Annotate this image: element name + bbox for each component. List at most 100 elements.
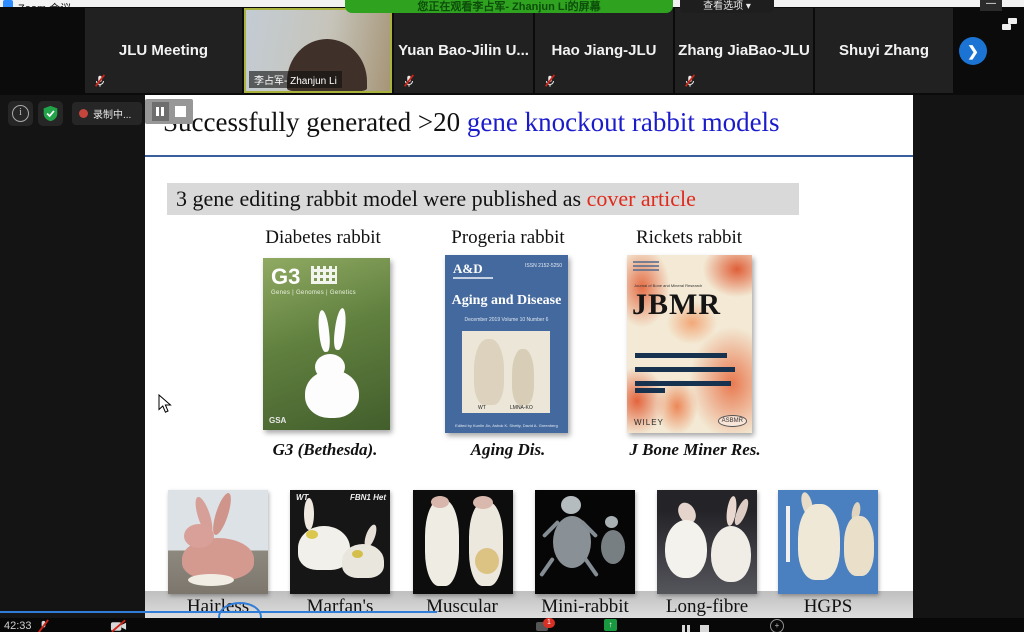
photo-hgps-rabbits bbox=[778, 490, 878, 594]
journal-name-jbmr: J Bone Miner Res. bbox=[629, 440, 760, 460]
shared-screen-area: Successfully generated >20 gene knockout… bbox=[0, 95, 1024, 618]
recording-label: 录制中... bbox=[93, 106, 131, 121]
security-button[interactable] bbox=[38, 101, 63, 126]
participant-tile[interactable]: Shuyi Zhang bbox=[815, 8, 953, 93]
presentation-slide: Successfully generated >20 gene knockout… bbox=[145, 95, 913, 618]
photo-long-fibre-rabbits bbox=[657, 490, 757, 594]
model-label-mini-rabbit: Mini-rabbit bbox=[541, 596, 629, 618]
slide-title: Successfully generated >20 gene knockout… bbox=[163, 107, 780, 138]
mic-muted-icon bbox=[93, 74, 107, 88]
model-label-marfans: Marfan's bbox=[307, 596, 374, 618]
screen-share-banner: 您正在观看李占军- Zhanjun Li的屏幕 bbox=[345, 0, 673, 13]
toolbar-pause-recording-icon[interactable] bbox=[682, 621, 692, 632]
mouse-cursor bbox=[158, 394, 173, 414]
participant-name: 李占军- Zhanjun Li bbox=[249, 71, 342, 88]
ad-issue-line: December 2019 Volume 10 Number 6 bbox=[445, 317, 568, 323]
scale-bar bbox=[786, 506, 790, 562]
model-label-hgps: HGPS bbox=[804, 596, 853, 618]
cover-label-diabetes: Diabetes rabbit bbox=[265, 227, 381, 249]
participant-name: Yuan Bao-Jilin U... bbox=[398, 42, 529, 59]
info-button[interactable]: i bbox=[8, 101, 33, 126]
rabbit-ear bbox=[332, 308, 347, 351]
title-divider bbox=[145, 155, 913, 157]
toolbar-stop-recording-icon[interactable] bbox=[700, 621, 709, 632]
chevron-right-icon: ❯ bbox=[967, 43, 979, 60]
photo-tag-ko: LMNA-KO bbox=[510, 405, 533, 411]
photo-tag-fbn1: FBN1 Het bbox=[350, 493, 386, 502]
share-screen-button[interactable]: ↑ bbox=[604, 619, 617, 631]
toolbar-mic-muted-icon[interactable] bbox=[36, 619, 51, 632]
chat-button[interactable]: 1 bbox=[536, 619, 556, 632]
photo-hairless-rabbit bbox=[168, 490, 268, 594]
jbmr-logo: JBMR bbox=[632, 288, 721, 322]
journal-cover-jbmr: Journal of Bone and Mineral Research JBM… bbox=[627, 255, 752, 433]
shield-check-icon bbox=[42, 105, 59, 122]
minimize-button[interactable]: — bbox=[980, 0, 1002, 11]
jbmr-article-line bbox=[635, 388, 665, 393]
window-title: Zoom 会议 bbox=[18, 0, 71, 7]
plus-icon: + bbox=[775, 621, 780, 630]
ad-cover-photo: WT LMNA-KO bbox=[462, 331, 550, 413]
participant-tile[interactable]: Zhang JiaBao-JLU bbox=[675, 8, 813, 93]
gsa-logo: GSA bbox=[269, 416, 286, 425]
meeting-timer: 42:33 bbox=[4, 620, 32, 632]
participant-name: JLU Meeting bbox=[119, 42, 208, 59]
slide-subtitle: 3 gene editing rabbit model were publish… bbox=[167, 183, 799, 215]
participant-strip: JLU Meeting 李占军- Zhanjun Li Yuan Bao-Jil… bbox=[0, 7, 1024, 95]
pause-recording-button[interactable] bbox=[152, 102, 169, 121]
info-icon: i bbox=[12, 105, 29, 122]
meeting-toolbar: 42:33 1 ↑ + bbox=[0, 618, 1024, 632]
photo-tag-wt: WT bbox=[478, 405, 486, 411]
photo-muscular-rabbits bbox=[413, 490, 513, 594]
g3-logo: G3 bbox=[271, 264, 300, 290]
ad-editors-line: Edited by Kunlin Jin, Ashok K. Shetty, D… bbox=[445, 423, 568, 428]
recording-indicator: 录制中... bbox=[72, 102, 142, 125]
rabbit-ko bbox=[512, 349, 534, 405]
view-options-button[interactable]: 查看选项 ▾ bbox=[680, 0, 774, 13]
ad-title: Aging and Disease bbox=[445, 293, 568, 309]
participant-tile[interactable]: Hao Jiang-JLU bbox=[535, 8, 673, 93]
mic-muted-icon bbox=[683, 74, 697, 88]
share-arrow-icon: ↑ bbox=[609, 620, 613, 629]
participant-name: Hao Jiang-JLU bbox=[551, 42, 656, 59]
reactions-button[interactable]: + bbox=[770, 619, 784, 632]
chat-badge: 1 bbox=[543, 618, 555, 628]
cover-label-progeria: Progeria rabbit bbox=[451, 227, 564, 249]
asbmr-logo: ASBMR bbox=[718, 415, 747, 427]
cover-label-rickets: Rickets rabbit bbox=[636, 227, 742, 249]
model-label-muscular: Muscular bbox=[426, 596, 498, 618]
ad-issn: ISSN 2152-5250 bbox=[525, 263, 562, 269]
ad-brand: A&D bbox=[453, 261, 483, 277]
model-label-long-fibre: Long-fibre bbox=[666, 596, 748, 618]
journal-cover-g3: G3 Genes | Genomes | Genetics GSA bbox=[263, 258, 390, 430]
participant-name: Zhang JiaBao-JLU bbox=[678, 42, 810, 59]
journal-name-g3: G3 (Bethesda). bbox=[273, 440, 378, 460]
rabbit-body bbox=[305, 370, 359, 418]
wiley-logo: WILEY bbox=[634, 418, 664, 427]
jbmr-article-line bbox=[635, 381, 731, 386]
rabbit-wt bbox=[474, 339, 504, 405]
g3-tagline: Genes | Genomes | Genetics bbox=[271, 290, 356, 296]
photo-marfan-rabbits: WT FBN1 Het bbox=[290, 490, 390, 594]
ad-brand-underline bbox=[453, 277, 493, 279]
stop-recording-button[interactable] bbox=[175, 106, 186, 117]
journal-cover-aging-disease: A&D ISSN 2152-5250 Aging and Disease Dec… bbox=[445, 255, 568, 433]
rabbit-ear bbox=[317, 310, 331, 353]
jbmr-article-line bbox=[635, 367, 735, 372]
participant-name: Shuyi Zhang bbox=[839, 42, 929, 59]
recording-controls bbox=[145, 99, 193, 124]
participant-tile[interactable]: Yuan Bao-Jilin U... bbox=[394, 8, 533, 93]
g3-dot-pattern-icon bbox=[311, 266, 337, 284]
participant-tile[interactable]: JLU Meeting bbox=[85, 8, 242, 93]
recording-dot-icon bbox=[79, 109, 88, 118]
toolbar-video-muted-icon[interactable] bbox=[110, 619, 127, 632]
participant-tile-video[interactable]: 李占军- Zhanjun Li bbox=[244, 8, 392, 93]
mic-muted-icon bbox=[402, 74, 416, 88]
next-participants-button[interactable]: ❯ bbox=[959, 37, 987, 65]
jbmr-volume-lines bbox=[633, 261, 659, 271]
zoom-app-icon bbox=[3, 0, 13, 7]
journal-name-aging-dis: Aging Dis. bbox=[471, 440, 546, 460]
photo-mini-rabbit-xray bbox=[535, 490, 635, 594]
gallery-view-icon[interactable] bbox=[1002, 18, 1017, 30]
jbmr-article-line bbox=[635, 353, 727, 358]
